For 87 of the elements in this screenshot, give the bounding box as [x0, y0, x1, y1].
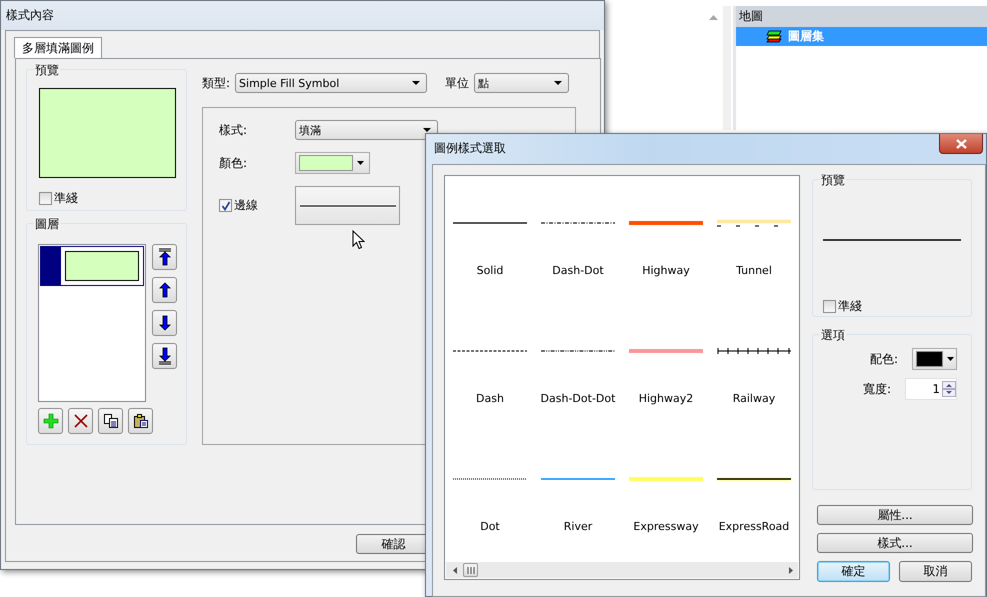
- move-bottom-button[interactable]: [152, 343, 177, 369]
- symbol-item[interactable]: Highway2: [622, 304, 710, 432]
- copy-button[interactable]: [98, 408, 123, 434]
- color-picker[interactable]: [295, 152, 370, 174]
- group-title: 選項: [820, 327, 846, 344]
- symbol-item[interactable]: Dot: [446, 432, 534, 560]
- checkbox[interactable]: [39, 192, 52, 205]
- copy-icon: [102, 413, 118, 429]
- dialog-button[interactable]: 屬性...: [817, 505, 973, 525]
- spin-down-icon[interactable]: [942, 389, 956, 397]
- arrow-down-icon: [158, 347, 172, 365]
- arrow-up-icon: [158, 248, 172, 266]
- symbol-item[interactable]: Solid: [446, 176, 534, 304]
- symbol-item[interactable]: Tunnel: [710, 176, 798, 304]
- plus-icon: [42, 413, 58, 429]
- style-dropdown[interactable]: 填滿: [295, 120, 438, 140]
- close-button[interactable]: [939, 134, 983, 154]
- group-title: 預覽: [34, 62, 60, 79]
- close-icon: [956, 138, 966, 148]
- field-label: 寬度:: [862, 380, 891, 398]
- field-label: 顏色:: [219, 154, 248, 172]
- layer-item[interactable]: [40, 246, 144, 286]
- x-icon: [72, 413, 88, 429]
- cursor-icon: [352, 230, 365, 250]
- dialog-button[interactable]: 樣式...: [817, 533, 973, 553]
- dropdown-icon: [947, 357, 954, 361]
- move-top-button[interactable]: [152, 244, 177, 270]
- checkbox[interactable]: [823, 300, 836, 313]
- checkbox[interactable]: [219, 199, 232, 212]
- symbol-label: Highway2: [638, 392, 694, 405]
- symbol-item[interactable]: Expressway: [622, 432, 710, 560]
- scroll-right-icon: [789, 566, 793, 574]
- symbol-item[interactable]: Dash-Dot-Dot: [534, 304, 622, 432]
- symbol-label: Highway: [642, 264, 690, 277]
- layers-icon: [766, 30, 782, 43]
- arrow-down-icon: [158, 314, 172, 332]
- window-title: 樣式內容: [1, 1, 604, 30]
- field-label: 類型:: [202, 74, 230, 92]
- scroll-thumb[interactable]: [463, 563, 478, 577]
- symbol-label: Dash-Dot: [552, 264, 604, 277]
- add-button[interactable]: [38, 408, 63, 434]
- symbol-label: Expressway: [633, 520, 699, 533]
- symbol-item[interactable]: Highway: [622, 176, 710, 304]
- line-icon: [300, 204, 396, 206]
- symbol-label: River: [564, 520, 592, 533]
- checkbox-label: 準綫: [54, 190, 78, 207]
- checkbox-label: 準綫: [838, 298, 862, 315]
- paste-button[interactable]: [128, 408, 153, 434]
- dropdown-icon: [412, 81, 420, 85]
- symbol-label: ExpressRoad: [718, 520, 790, 533]
- group-title: 預覽: [820, 172, 846, 189]
- symbol-label: Solid: [476, 264, 504, 277]
- type-dropdown[interactable]: Simple Fill Symbol: [235, 73, 428, 93]
- clipboard-icon: [132, 413, 148, 429]
- tab[interactable]: 多層填滿圖例: [14, 37, 102, 58]
- symbol-item[interactable]: ExpressRoad: [710, 432, 798, 560]
- width-spinbox[interactable]: 1: [905, 378, 957, 400]
- symbol-item[interactable]: Dash-Dot: [534, 176, 622, 304]
- arrow-up-icon: [158, 281, 172, 299]
- dialog-button[interactable]: 取消: [899, 561, 972, 582]
- unit-dropdown[interactable]: 點: [474, 73, 570, 93]
- window-title: 圖例樣式選取: [434, 140, 506, 157]
- outline-button[interactable]: [295, 186, 400, 225]
- horizontal-scrollbar[interactable]: [446, 562, 798, 578]
- delete-button[interactable]: [68, 408, 93, 434]
- checkbox-label: 邊線: [234, 197, 258, 214]
- spin-up-icon[interactable]: [942, 381, 956, 389]
- tree-header: 地圖: [736, 6, 987, 27]
- symbol-item[interactable]: River: [534, 432, 622, 560]
- symbol-item[interactable]: Dash: [446, 304, 534, 432]
- move-up-button[interactable]: [152, 277, 177, 303]
- symbol-label: Dot: [480, 520, 500, 533]
- scroll-left-icon: [453, 566, 457, 574]
- symbol-label: Tunnel: [736, 264, 772, 277]
- dropdown-icon: [423, 128, 431, 132]
- symbol-label: Dash: [476, 392, 504, 405]
- dropdown-icon: [554, 81, 562, 85]
- symbol-label: Dash-Dot-Dot: [540, 392, 616, 405]
- field-label: 單位: [445, 74, 470, 92]
- field-label: 樣式:: [219, 122, 248, 138]
- symbol-item[interactable]: Railway: [710, 304, 798, 432]
- symbol-label: Railway: [732, 392, 776, 405]
- dialog-button[interactable]: 確定: [817, 561, 890, 582]
- dropdown-icon: [357, 161, 364, 165]
- color-picker[interactable]: [912, 348, 957, 370]
- move-down-button[interactable]: [152, 310, 177, 336]
- field-label: 配色:: [870, 350, 898, 368]
